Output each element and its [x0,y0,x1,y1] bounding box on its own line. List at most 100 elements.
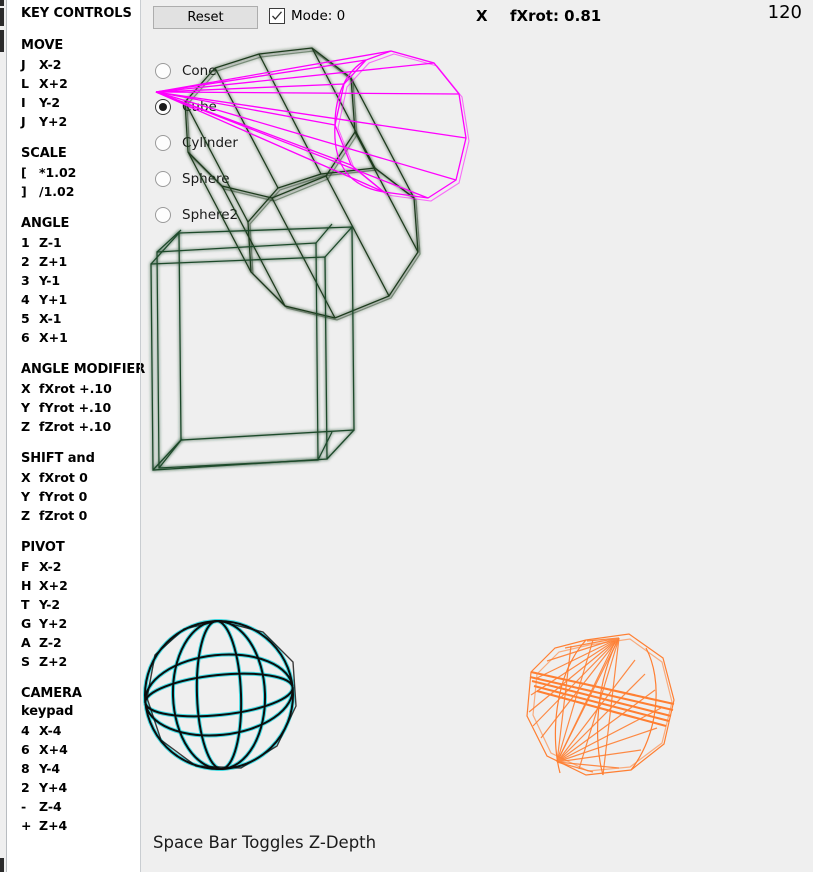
control-row: - Z-4 [21,797,140,816]
control-row: 5 X-1 [21,309,140,328]
control-row: [*1.02 [21,163,140,182]
control-row: F X-2 [21,557,140,576]
group-heading-camera: CAMERA [21,686,82,701]
control-key: 6 [21,742,30,757]
control-action: X+1 [39,330,68,345]
control-key: S [21,654,31,669]
control-key: X [21,381,31,396]
edge-tick-1 [0,0,4,6]
render-viewport[interactable] [141,40,813,830]
control-key: Y [21,489,31,504]
control-key: Z [21,508,31,523]
sidebar-title: KEY CONTROLS [21,6,132,21]
control-key: [ [21,165,27,180]
sphere2-wireframe [526,633,675,776]
mode-label: Mode: 0 [291,8,346,24]
control-key: 4 [21,723,30,738]
edge-tick-4 [0,858,4,872]
control-action: fXrot 0 [39,470,88,485]
control-row: 4 Y+1 [21,290,140,309]
control-row: YfYrot 0 [21,487,140,506]
control-action: Y-1 [39,273,61,288]
control-action: Z+1 [39,254,68,269]
frame-counter: 120 [767,2,802,23]
control-action: Y+4 [39,780,68,795]
group-heading-angle-modifier: ANGLE MODIFIER [21,362,146,377]
app-window: KEY CONTROLS MOVE J X-2 L X+2 I Y-2 J Y+2 SC… [0,0,813,872]
control-action: Y+2 [39,114,68,129]
control-action: Y-2 [39,95,61,110]
reset-button[interactable]: Reset [153,6,258,29]
control-key: - [21,799,27,814]
control-key: + [21,818,32,833]
control-row: 2 Z+1 [21,252,140,271]
control-key: J [21,57,26,72]
control-row: L X+2 [21,74,140,93]
control-row: 1 Z-1 [21,233,140,252]
control-action: Z+2 [39,654,68,669]
control-row: XfXrot 0 [21,468,140,487]
group-heading-pivot: PIVOT [21,540,65,555]
group-heading-scale: SCALE [21,146,67,161]
control-key: T [21,597,30,612]
group-heading-shift: SHIFT and [21,451,95,466]
control-row: 4 X-4 [21,721,140,740]
edge-tick-2 [0,8,4,26]
control-action: Y+2 [39,616,68,631]
group-subheading-keypad: keypad [21,704,74,719]
control-key: 6 [21,330,30,345]
control-row: S Z+2 [21,652,140,671]
control-key: Y [21,400,31,415]
checkmark-icon [272,11,282,20]
control-key: L [21,76,29,91]
control-key: H [21,578,32,593]
control-action: X-2 [39,57,62,72]
control-action: Z+4 [39,818,68,833]
control-action: fZrot +.10 [39,419,112,434]
control-row: ZfZrot +.10 [21,417,140,436]
control-row: A Z-2 [21,633,140,652]
control-row: J Y+2 [21,112,140,131]
control-action: X-2 [39,559,62,574]
mode-checkbox[interactable] [269,8,285,24]
control-row: 3 Y-1 [21,271,140,290]
mode-checkbox-group[interactable]: Mode: 0 [269,8,345,24]
control-row: 2 Y+4 [21,778,140,797]
control-row: ] /1.02 [21,182,140,201]
group-heading-move: MOVE [21,38,64,53]
control-key: 2 [21,254,30,269]
control-action: Z-1 [39,235,62,250]
control-action: X-4 [39,723,62,738]
control-row: 8 Y-4 [21,759,140,778]
rotation-readout: fXrot: 0.81 [510,7,602,25]
control-row: ZfZrot 0 [21,506,140,525]
control-row: 6 X+4 [21,740,140,759]
control-key: 1 [21,235,30,250]
toolbar: Reset Mode: 0 X fXrot: 0.81 120 [141,0,813,40]
control-action: X+2 [39,578,68,593]
control-row: H X+2 [21,576,140,595]
control-row: + Z+4 [21,816,140,835]
control-key: Z [21,419,31,434]
control-action: fXrot +.10 [39,381,112,396]
control-key: 2 [21,780,30,795]
control-key: A [21,635,31,650]
control-key: F [21,559,30,574]
control-action: Y-4 [39,761,61,776]
key-controls-sidebar: KEY CONTROLS MOVE J X-2 L X+2 I Y-2 J Y+2 SC… [7,0,146,872]
control-key: I [21,95,26,110]
control-action: /1.02 [39,184,75,199]
control-row: YfYrot +.10 [21,398,140,417]
control-row: XfXrot +.10 [21,379,140,398]
cone-wireframe [155,50,467,199]
control-key: J [21,114,26,129]
control-action: Z-2 [39,635,62,650]
control-key: 8 [21,761,30,776]
control-row: I Y-2 [21,93,140,112]
group-heading-angle: ANGLE [21,216,70,231]
control-key: X [21,470,31,485]
control-key: 3 [21,273,30,288]
control-row: J X-2 [21,55,140,74]
axis-indicator: X [476,7,488,25]
control-key: G [21,616,32,631]
